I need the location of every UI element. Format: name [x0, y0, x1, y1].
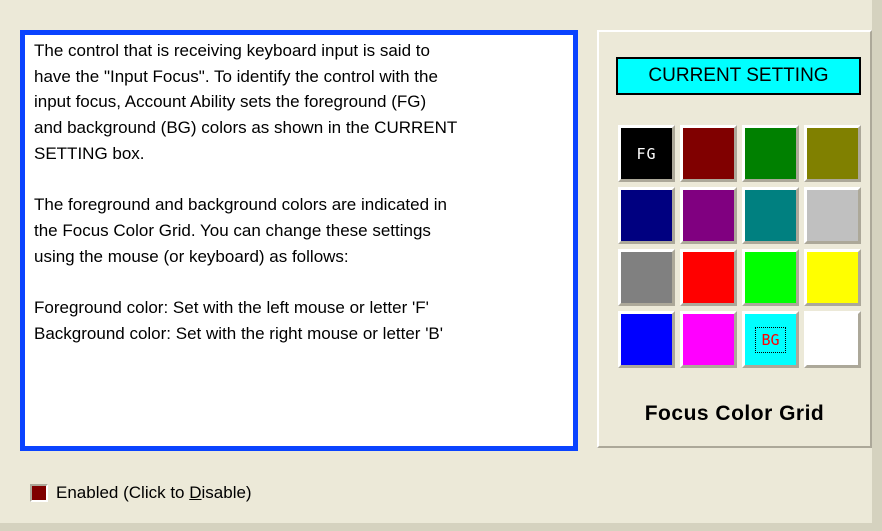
color-cell-3[interactable] [742, 125, 799, 182]
focus-color-grid-caption: Focus Color Grid [644, 402, 825, 425]
current-setting-box: CURRENT SETTING [616, 57, 861, 95]
bg-marker-wrap: BG [745, 326, 796, 353]
color-swatch [683, 128, 734, 179]
color-swatch [745, 252, 796, 303]
color-swatch [621, 190, 672, 241]
color-swatch [807, 128, 858, 179]
color-cell-7[interactable] [742, 187, 799, 244]
window-edge-right [872, 0, 882, 531]
window-edge-bottom [0, 523, 882, 531]
enable-label-prefix: Enabled (Click to [56, 483, 190, 502]
fg-marker: FG [636, 144, 657, 163]
color-swatch [621, 252, 672, 303]
enable-toggle[interactable]: Enabled (Click to Disable) [30, 481, 252, 505]
help-text-box: The control that is receiving keyboard i… [20, 30, 578, 451]
color-swatch [745, 128, 796, 179]
help-text: The control that is receiving keyboard i… [34, 38, 569, 346]
enable-label-suffix: isable) [201, 483, 252, 502]
color-cell-10[interactable] [680, 249, 737, 306]
color-cell-14[interactable] [680, 311, 737, 368]
help-paragraph-grid: The foreground and background colors are… [34, 195, 447, 266]
color-cell-4[interactable] [804, 125, 861, 182]
bg-marker: BG [755, 326, 786, 353]
enable-toggle-label[interactable]: Enabled (Click to Disable) [56, 483, 252, 503]
color-swatch [683, 252, 734, 303]
color-cell-12[interactable] [804, 249, 861, 306]
color-swatch [683, 190, 734, 241]
color-cell-11[interactable] [742, 249, 799, 306]
color-cell-15[interactable]: BG [742, 311, 799, 368]
help-paragraph-usage: Foreground color: Set with the left mous… [34, 298, 444, 343]
color-swatch [807, 252, 858, 303]
color-cell-9[interactable] [618, 249, 675, 306]
color-swatch [807, 190, 858, 241]
color-cell-16[interactable] [804, 311, 861, 368]
color-swatch [807, 314, 858, 365]
color-cell-6[interactable] [680, 187, 737, 244]
help-paragraph-intro: The control that is receiving keyboard i… [34, 41, 458, 163]
color-cell-1[interactable]: FG [618, 125, 675, 182]
color-swatch [621, 314, 672, 365]
color-cell-8[interactable] [804, 187, 861, 244]
enable-label-mnemonic: D [189, 483, 202, 502]
color-cell-13[interactable] [618, 311, 675, 368]
focus-color-panel: CURRENT SETTING FG BG Focus Color Grid [597, 30, 872, 448]
color-cell-5[interactable] [618, 187, 675, 244]
enable-state-indicator[interactable] [30, 484, 48, 502]
color-swatch [683, 314, 734, 365]
color-cell-2[interactable] [680, 125, 737, 182]
color-swatch [745, 190, 796, 241]
